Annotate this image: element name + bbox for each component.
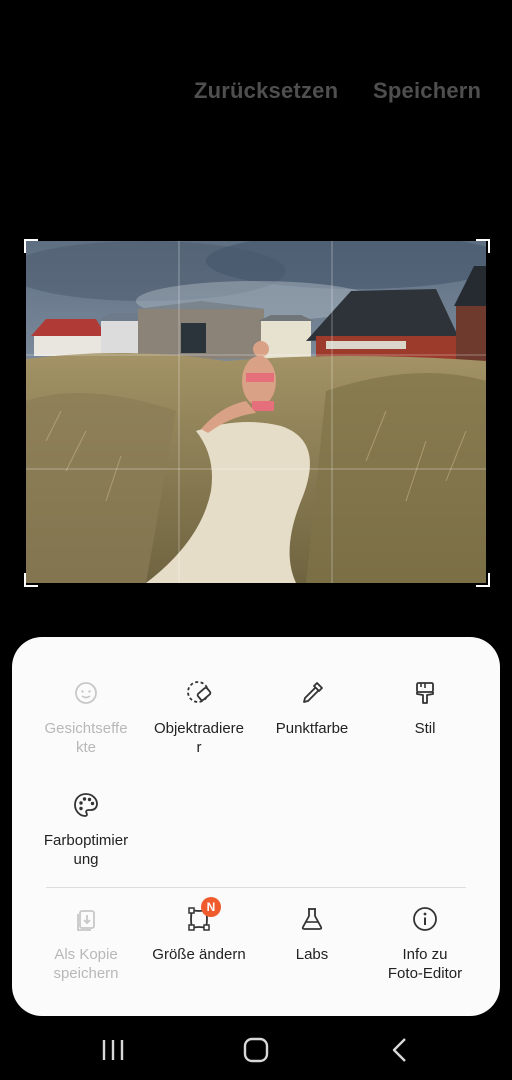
crop-handle-top-right[interactable] xyxy=(476,239,490,253)
crop-handle-bottom-left[interactable] xyxy=(24,573,38,587)
menu-item-label: Stil xyxy=(414,720,436,737)
menu-item-label: Objektradiere r xyxy=(153,720,245,756)
menu-item-style[interactable]: Stil xyxy=(369,679,481,738)
face-icon xyxy=(75,682,97,704)
menu-item-about-photo-editor[interactable]: Info zu Foto-Editor xyxy=(369,905,481,983)
menu-item-face-effects[interactable]: Gesichtseffe kte xyxy=(30,679,142,757)
home-icon xyxy=(243,1037,269,1063)
more-options-sheet: Gesichtseffe kte Objektradiere r Punktfa… xyxy=(12,637,500,1016)
menu-item-label: Größe ändern xyxy=(152,946,246,963)
menu-item-labs[interactable]: Labs xyxy=(256,905,368,964)
reset-button[interactable]: Zurücksetzen xyxy=(194,78,338,104)
save-copy-icon xyxy=(77,910,95,931)
menu-item-object-eraser[interactable]: Objektradiere r xyxy=(143,679,255,757)
menu-item-label: Als Kopie speichern xyxy=(53,946,119,982)
menu-item-label: Info zu Foto-Editor xyxy=(387,946,463,982)
palette-icon xyxy=(74,793,98,817)
crop-handle-top-left[interactable] xyxy=(24,239,38,253)
home-button[interactable] xyxy=(240,1034,272,1066)
menu-item-resize[interactable]: N Größe ändern xyxy=(143,897,255,964)
back-icon xyxy=(392,1038,406,1062)
new-badge: N xyxy=(201,897,221,917)
menu-item-label: Gesichtseffe kte xyxy=(44,720,128,756)
eraser-icon xyxy=(187,681,212,703)
menu-item-color-optimization[interactable]: Farboptimier ung xyxy=(30,791,142,869)
flask-icon xyxy=(301,908,323,930)
edited-photo[interactable] xyxy=(26,241,486,583)
menu-item-label: Punktfarbe xyxy=(275,720,349,737)
menu-item-save-as-copy[interactable]: Als Kopie speichern xyxy=(30,905,142,983)
menu-item-label: Labs xyxy=(295,946,329,963)
photo-beach-dunes xyxy=(26,241,486,583)
paint-brush-icon xyxy=(416,682,434,704)
info-icon xyxy=(413,907,437,931)
photo-editor-screen: Zurücksetzen Speichern Gesichtseffe kte … xyxy=(0,0,512,1080)
save-button[interactable]: Speichern xyxy=(373,78,481,104)
menu-item-label: Farboptimier ung xyxy=(43,832,129,868)
back-button[interactable] xyxy=(384,1034,416,1066)
menu-divider xyxy=(46,887,466,888)
recents-icon xyxy=(102,1040,124,1060)
crop-handle-bottom-right[interactable] xyxy=(476,573,490,587)
recents-button[interactable] xyxy=(97,1034,129,1066)
menu-item-spot-color[interactable]: Punktfarbe xyxy=(256,679,368,738)
dropper-icon xyxy=(303,682,323,703)
